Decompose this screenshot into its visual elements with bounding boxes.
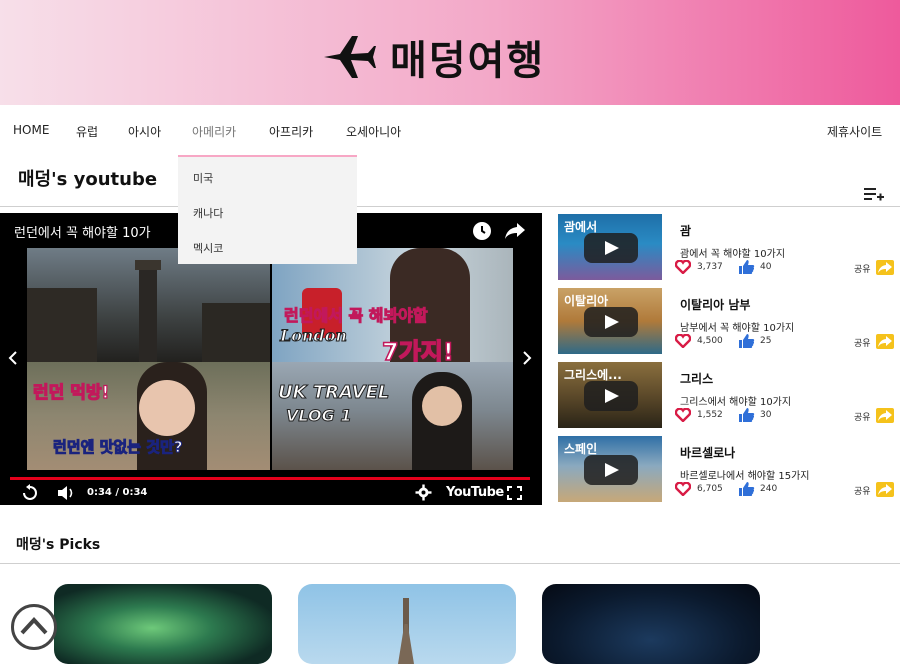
play-icon[interactable] — [584, 233, 638, 263]
playlist-item[interactable]: 괌에서 괌 괌에서 꼭 해야할 10가지 3,737 40 공유 — [558, 214, 898, 280]
thumbs-up-icon[interactable] — [738, 259, 755, 275]
playlist-item[interactable]: 이탈리아 이탈리아 남부 남부에서 꼭 해야할 10가지 4,500 25 공유 — [558, 288, 898, 354]
share-label[interactable]: 공유 — [854, 484, 871, 497]
heart-icon[interactable] — [675, 482, 691, 496]
nav-item-asia[interactable]: 아시아 — [128, 123, 161, 140]
playlist-item-title[interactable]: 이탈리아 남부 — [680, 296, 750, 313]
thumb-text-uk-travel: UK TRAVEL — [277, 382, 390, 404]
playlist-add-icon[interactable] — [864, 186, 884, 202]
share-icon[interactable] — [876, 482, 894, 497]
heart-icon[interactable] — [675, 260, 691, 274]
airplane-icon — [324, 36, 376, 78]
section-divider — [0, 206, 900, 207]
view-count: 3,737 — [697, 262, 723, 272]
like-count: 30 — [760, 410, 772, 420]
back-to-top-button[interactable] — [11, 604, 57, 650]
view-count: 6,705 — [697, 484, 723, 494]
playlist-item-title[interactable]: 그리스 — [680, 370, 713, 387]
like-count: 40 — [760, 262, 772, 272]
like-count: 240 — [760, 484, 778, 494]
youtube-section-title: 매덩's youtube — [18, 169, 158, 190]
playlist-item-desc: 그리스에서 해야할 10가지 — [680, 397, 792, 408]
volume-icon[interactable] — [56, 484, 76, 502]
nav-item-oceania[interactable]: 오세아니아 — [346, 123, 401, 140]
picks-divider — [0, 563, 900, 564]
playlist-item[interactable]: 스페인 바르셀로나 바르셀로나에서 해야할 15가지 6,705 240 공유 — [558, 436, 898, 502]
replay-icon[interactable] — [21, 484, 39, 502]
thumb-text-tasty: 런던엔 맛없는 것만? — [53, 438, 184, 457]
playlist-thumb[interactable]: 스페인 — [558, 436, 662, 502]
nav-item-partner[interactable]: 제휴사이트 — [827, 123, 882, 140]
thumbs-up-icon[interactable] — [738, 481, 755, 497]
america-dropdown: 미국 캐나다 멕시코 — [178, 155, 357, 264]
playlist-item-desc: 괌에서 꼭 해야할 10가지 — [680, 249, 786, 260]
thumb-bigben — [27, 248, 270, 370]
nav-item-home[interactable]: HOME — [13, 123, 49, 137]
settings-gear-icon[interactable] — [415, 484, 432, 501]
view-count: 1,552 — [697, 410, 723, 420]
watch-later-icon[interactable] — [472, 221, 492, 241]
share-arrow-icon[interactable] — [504, 222, 526, 240]
playlist-thumb[interactable]: 그리스에... — [558, 362, 662, 428]
share-icon[interactable] — [876, 408, 894, 423]
playlist-item[interactable]: 그리스에... 그리스 그리스에서 해야할 10가지 1,552 30 공유 — [558, 362, 898, 428]
thumbs-up-icon[interactable] — [738, 333, 755, 349]
playlist-item-desc: 남부에서 꼭 해야할 10가지 — [680, 323, 795, 334]
thumb-text-london: London — [279, 326, 348, 346]
prev-arrow-icon[interactable] — [8, 351, 18, 365]
play-icon[interactable] — [584, 381, 638, 411]
pick-card-aurora[interactable] — [54, 584, 272, 664]
dropdown-item-mexico[interactable]: 멕시코 — [193, 240, 223, 256]
heart-icon[interactable] — [675, 334, 691, 348]
view-count: 4,500 — [697, 336, 723, 346]
thumb-text-must-do: 런던에서 꼭 해봐야할 — [284, 306, 429, 326]
heart-icon[interactable] — [675, 408, 691, 422]
next-arrow-icon[interactable] — [522, 351, 532, 365]
picks-section-title: 매덩's Picks — [16, 537, 101, 553]
nav-item-africa[interactable]: 아프리카 — [269, 123, 313, 140]
playlist-item-title[interactable]: 괌 — [680, 222, 691, 239]
thumbs-up-icon[interactable] — [738, 407, 755, 423]
playlist-thumb[interactable]: 괌에서 — [558, 214, 662, 280]
main-nav: HOME 유럽 아시아 아메리카 아프리카 오세아니아 제휴사이트 — [0, 105, 900, 155]
dropdown-item-usa[interactable]: 미국 — [193, 170, 213, 186]
thumb-text-vlog: VLOG 1 — [285, 406, 352, 426]
thumb-london: London 런던에서 꼭 해봐야할 7가지! — [272, 248, 513, 370]
progress-bar[interactable] — [10, 477, 530, 480]
share-label[interactable]: 공유 — [854, 336, 871, 349]
play-icon[interactable] — [584, 455, 638, 485]
playlist-item-title[interactable]: 바르셀로나 — [680, 444, 735, 461]
share-label[interactable]: 공유 — [854, 262, 871, 275]
thumb-text-mukbang: 런던 먹방! — [32, 382, 110, 403]
dropdown-item-canada[interactable]: 캐나다 — [193, 205, 223, 221]
share-label[interactable]: 공유 — [854, 410, 871, 423]
play-icon[interactable] — [584, 307, 638, 337]
playlist-thumb[interactable]: 이탈리아 — [558, 288, 662, 354]
header-banner: 매덩여행 — [0, 0, 900, 105]
brand-title: 매덩여행 — [390, 38, 546, 84]
nav-item-america[interactable]: 아메리카 — [192, 123, 236, 140]
playlist-item-desc: 바르셀로나에서 해야할 15가지 — [680, 471, 810, 482]
thumb-mukbang: 런던 먹방! 런던엔 맛없는 것만? — [27, 362, 270, 470]
nav-item-europe[interactable]: 유럽 — [76, 123, 98, 140]
chevron-up-icon — [20, 617, 48, 635]
share-icon[interactable] — [876, 260, 894, 275]
pick-card-night[interactable] — [542, 584, 760, 664]
share-icon[interactable] — [876, 334, 894, 349]
like-count: 25 — [760, 336, 772, 346]
video-title: 런던에서 꼭 해야할 10가 — [14, 226, 151, 241]
fullscreen-icon[interactable] — [507, 486, 522, 500]
thumb-uk-travel: UK TRAVEL VLOG 1 — [272, 362, 513, 470]
youtube-logo[interactable]: YouTube — [446, 485, 504, 500]
pick-card-paris[interactable] — [298, 584, 516, 664]
brand[interactable]: 매덩여행 — [318, 28, 545, 86]
time-display: 0:34 / 0:34 — [87, 487, 148, 498]
